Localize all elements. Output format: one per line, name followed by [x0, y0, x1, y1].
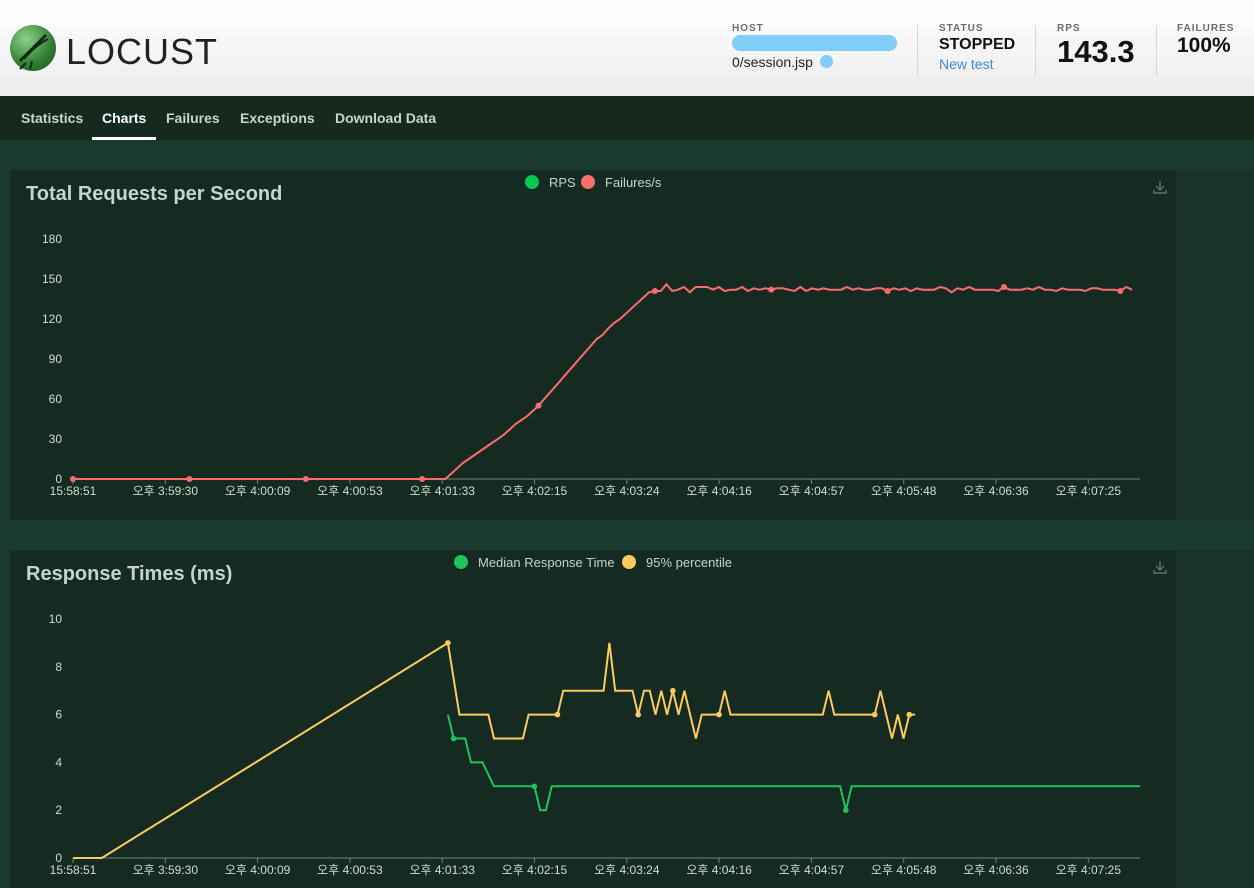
p95-point — [670, 687, 676, 694]
tab-charts[interactable]: Charts — [91, 96, 157, 140]
status-block: STATUS STOPPED New test — [939, 23, 1015, 72]
x-tick-label: 오후 4:01:33 — [409, 863, 475, 877]
y-tick-label: 10 — [49, 612, 63, 626]
status-value: STOPPED — [939, 36, 1016, 53]
new-test-link[interactable]: New test — [939, 56, 1015, 72]
rps-chart-panel: Total Requests per Second RPS Failures/s… — [10, 170, 1176, 520]
p95-point — [635, 711, 642, 718]
failures-point — [1117, 288, 1124, 294]
failures-point — [70, 476, 76, 482]
failures-value: 100% — [1177, 34, 1231, 57]
x-tick-label: 오후 3:59:30 — [133, 484, 199, 498]
x-tick-label: 오후 4:01:33 — [409, 484, 475, 498]
x-tick-label: 오후 4:04:57 — [779, 484, 845, 498]
tab-download-data[interactable]: Download Data — [335, 96, 436, 140]
x-tick-label: 오후 4:00:53 — [317, 863, 383, 877]
x-tick-label: 오후 4:02:15 — [502, 863, 568, 877]
median-point — [531, 783, 538, 790]
p95-point — [716, 711, 722, 718]
failures-point — [768, 286, 775, 293]
failures-block: FAILURES 100% — [1177, 23, 1234, 58]
host-block: HOST — [732, 23, 764, 34]
p95-point — [554, 711, 561, 718]
status-label: STATUS — [939, 23, 984, 34]
y-tick-label: 180 — [42, 232, 62, 246]
y-tick-label: 2 — [55, 803, 62, 817]
rps-block: RPS 143.3 — [1057, 23, 1135, 70]
median-point — [843, 807, 849, 813]
panel-gutter — [1176, 550, 1254, 888]
y-tick-label: 60 — [49, 392, 63, 406]
x-tick-label: 오후 4:04:16 — [686, 863, 752, 877]
failures-series-line — [73, 282, 1133, 480]
x-tick-label: 오후 3:59:30 — [133, 863, 199, 877]
p95-point — [906, 711, 913, 718]
header-divider — [1035, 25, 1036, 77]
rps-value: 143.3 — [1057, 34, 1135, 69]
failures-point — [651, 288, 658, 294]
host-redaction-dot — [820, 55, 833, 68]
median-point — [450, 735, 457, 742]
tab-bar: Statistics Charts Failures Exceptions Do… — [0, 96, 1254, 140]
response-times-chart: 024681015:58:51 오후 3:59:30 오후 4:00:09 오후 4:… — [49, 612, 1140, 877]
x-tick-label: 오후 4:00:09 — [225, 863, 291, 877]
host-label: HOST — [732, 23, 764, 34]
x-tick-label: 오후 4:07:25 — [1056, 863, 1122, 877]
x-tick-label: 오후 4:03:24 — [594, 484, 660, 498]
x-tick-label: 오후 4:04:57 — [779, 863, 845, 877]
y-tick-label: 6 — [55, 708, 62, 722]
failures-point — [186, 476, 193, 482]
header: LOCUST HOST 0/session.jsp STATUS STOPPED… — [0, 0, 1254, 96]
tab-statistics[interactable]: Statistics — [21, 96, 83, 140]
panel-gutter — [1176, 170, 1254, 520]
response-times-chart-panel: Response Times (ms) Median Response Time… — [10, 550, 1176, 888]
failures-point — [419, 476, 426, 482]
x-tick-label: 오후 4:00:53 — [317, 484, 383, 498]
p95-point — [445, 640, 451, 646]
x-tick-label: 오후 4:04:16 — [686, 484, 752, 498]
logo-text[interactable]: LOCUST — [66, 31, 218, 73]
rps-chart: 030609012015018015:58:51 오후 3:59:30 오후 4:0… — [42, 232, 1140, 498]
failures-label: FAILURES — [1177, 23, 1235, 34]
failures-point — [535, 402, 542, 409]
failures-point — [884, 288, 891, 294]
tab-failures[interactable]: Failures — [166, 96, 220, 140]
header-divider — [917, 25, 918, 77]
failures-point — [1000, 284, 1007, 290]
x-tick-label: 15:58:51 — [50, 484, 97, 498]
x-tick-label: 오후 4:02:15 — [502, 484, 568, 498]
x-tick-label: 오후 4:05:48 — [871, 484, 937, 498]
x-tick-label: 15:58:51 — [50, 863, 97, 877]
x-tick-label: 오후 4:07:25 — [1056, 484, 1122, 498]
y-tick-label: 4 — [55, 755, 62, 769]
tab-exceptions[interactable]: Exceptions — [240, 96, 315, 140]
y-tick-label: 30 — [49, 432, 63, 446]
median-series-line — [446, 714, 1140, 812]
p95-point — [871, 711, 878, 718]
locust-logo-icon[interactable] — [10, 25, 56, 71]
x-tick-label: 오후 4:05:48 — [871, 863, 937, 877]
rps-label: RPS — [1057, 23, 1081, 34]
header-divider — [1156, 25, 1157, 77]
p95-series-line — [73, 641, 916, 859]
host-url: 0/session.jsp — [732, 54, 813, 70]
failures-point — [302, 476, 309, 482]
y-tick-label: 120 — [42, 312, 62, 326]
y-tick-label: 90 — [49, 352, 63, 366]
y-tick-label: 8 — [55, 660, 62, 674]
x-tick-label: 오후 4:06:36 — [963, 863, 1029, 877]
y-tick-label: 150 — [42, 272, 62, 286]
x-tick-label: 오후 4:06:36 — [963, 484, 1029, 498]
x-tick-label: 오후 4:03:24 — [594, 863, 660, 877]
x-tick-label: 오후 4:00:09 — [225, 484, 291, 498]
host-redaction — [732, 35, 897, 51]
